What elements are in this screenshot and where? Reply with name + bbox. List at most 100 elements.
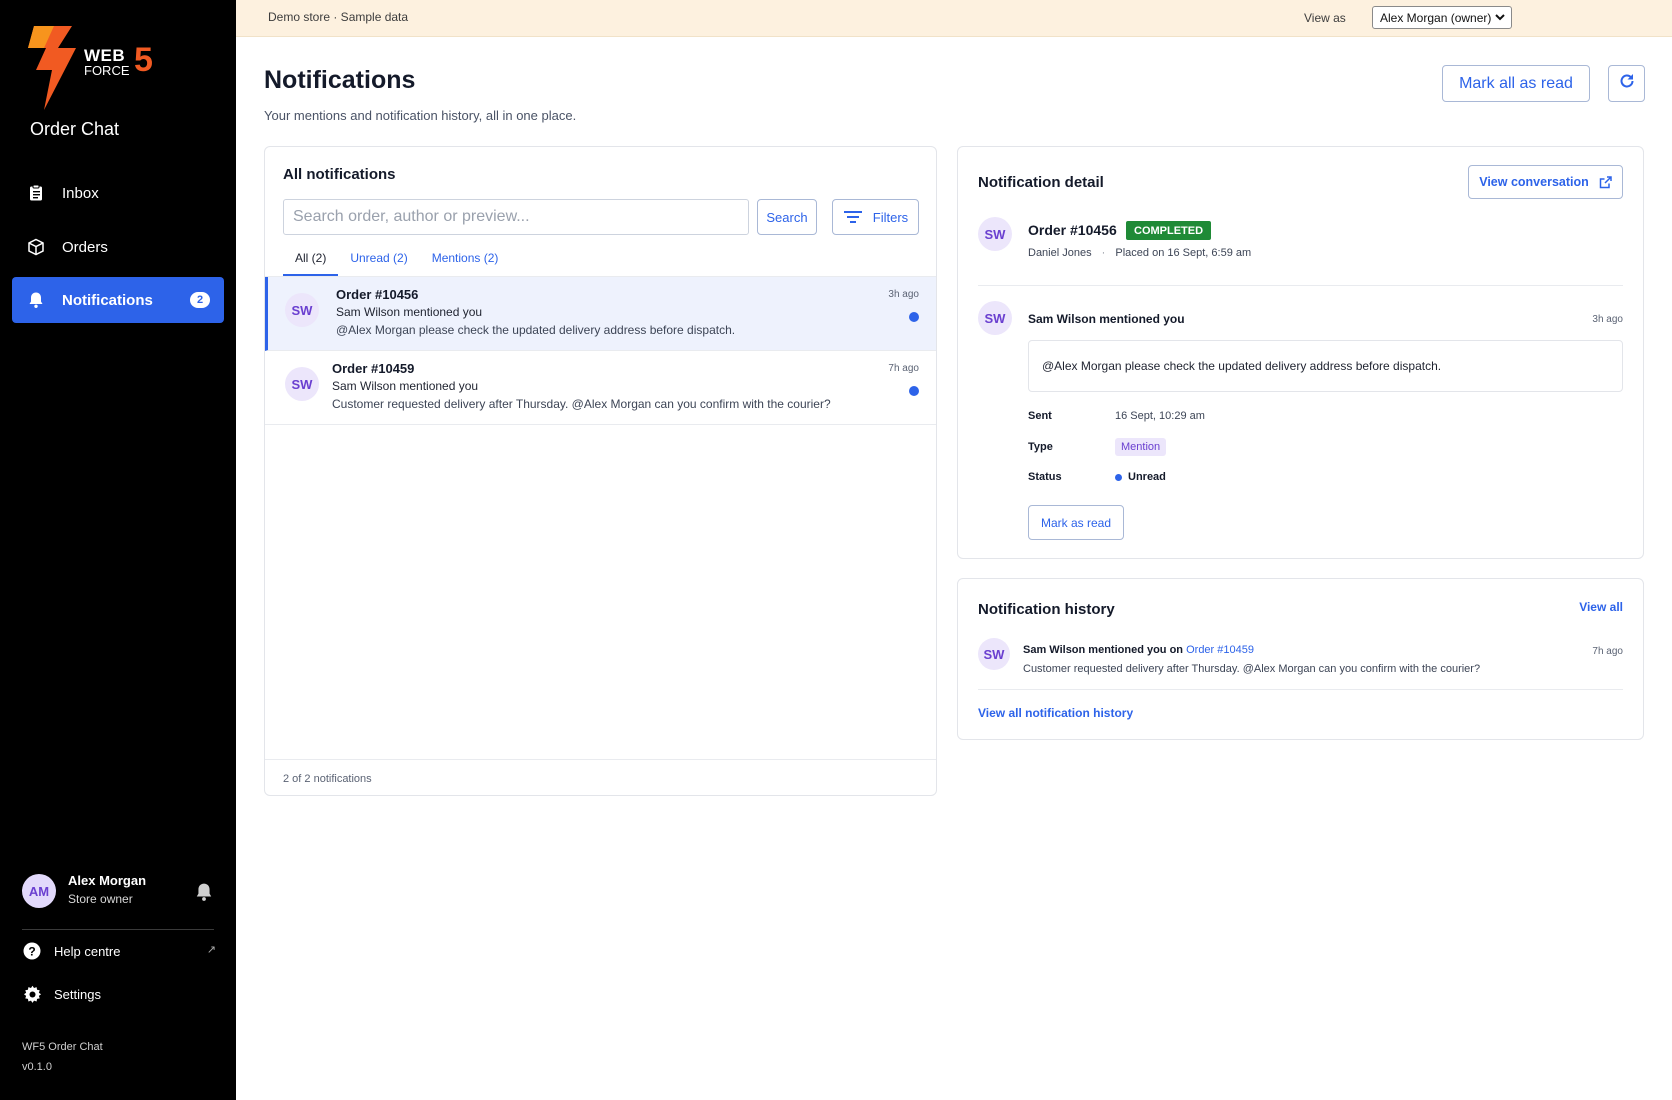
notifications-list-card: All notifications Search order, author o… [264,146,937,796]
list-footer-divider [265,759,936,760]
app-name: Order Chat [30,119,120,139]
notification-row[interactable]: SW Order #10456 Sam Wilson mentioned you… [265,277,936,351]
user-name: Alex Morgan [68,873,147,888]
order-meta: Daniel Jones · Placed on 16 Sept, 6:59 a… [1028,247,1251,259]
unread-dot [909,312,919,322]
history-divider [978,689,1623,690]
tab-mentions[interactable]: Mentions (2) [420,243,511,277]
order-number: Order #10456 [1028,222,1117,238]
sidebar-item-label: Notifications [62,291,153,309]
notification-author: Sam Wilson mentioned you [336,305,483,319]
sidebar-item-inbox[interactable]: Inbox [12,170,224,216]
sent-value: 16 Sept, 10:29 am [1115,410,1205,422]
logo-number-text: 5 [134,41,153,79]
avatar: AM [22,874,56,908]
demo-banner-text: Demo store · Sample data [268,10,409,24]
notification-preview: Customer requested delivery after Thursd… [332,397,831,411]
mark-all-read-button[interactable]: Mark all as read [1442,65,1590,102]
mark-as-read-button[interactable]: Mark as read [1028,505,1124,540]
external-link-icon: ↗ [206,944,216,956]
meta-separator: · [1101,247,1106,259]
unread-dot [1115,473,1122,481]
avatar: SW [978,217,1012,251]
user-profile[interactable]: AM Alex Morgan Store owner [22,870,214,914]
status-value: Unread [1115,471,1166,483]
history-item-time: 7h ago [1592,646,1623,657]
page-subtitle: Your mentions and notification history, … [264,108,577,123]
type-badge: Mention [1115,438,1167,456]
notification-count-badge: 2 [190,292,210,308]
avatar: SW [978,638,1010,670]
notification-order: Order #10456 [336,287,419,302]
app-version-name: WF5 Order Chat [22,1041,103,1053]
view-all-link[interactable]: View all [1579,600,1623,614]
notification-order: Order #10459 [332,361,415,376]
filter-icon [843,210,863,224]
search-input[interactable]: Search order, author or preview... [283,199,749,235]
placed-date: Placed on 16 Sept, 6:59 am [1115,247,1252,259]
mention-time: 3h ago [1592,314,1623,325]
bell-icon [26,290,46,310]
avatar: SW [285,293,319,327]
detail-divider [978,285,1623,286]
sidebar-divider [22,929,214,930]
sidebar-item-label: Inbox [62,184,99,202]
tab-unread[interactable]: Unread (2) [338,243,419,277]
type-label: Type [1028,441,1053,453]
chevron-down-icon [1494,11,1506,23]
unread-dot [909,386,919,396]
history-card-title: Notification history [978,601,1115,618]
help-icon: ? [22,941,42,961]
filters-button[interactable]: Filters [832,199,919,235]
gear-icon [22,984,42,1004]
notification-row[interactable]: SW Order #10459 Sam Wilson mentioned you… [265,351,936,425]
search-button[interactable]: Search [757,199,817,235]
brand-logo[interactable]: WEB FORCE 5 [28,26,178,110]
bell-icon[interactable] [194,882,214,902]
settings-label: Settings [54,986,101,1002]
filters-label: Filters [872,209,909,225]
mention-author: Sam Wilson mentioned you [1028,312,1185,326]
sidebar-item-notifications[interactable]: Notifications 2 [12,277,224,323]
detail-card-title: Notification detail [978,174,1104,191]
customer-name: Daniel Jones [1028,247,1092,259]
sidebar-item-orders[interactable]: Orders [12,224,224,270]
avatar: SW [978,301,1012,335]
view-conversation-button[interactable]: View conversation [1468,165,1623,199]
notification-tabs: All (2) Unread (2) Mentions (2) [283,243,510,277]
clipboard-icon [26,183,46,203]
refresh-button[interactable] [1608,65,1645,102]
refresh-icon [1618,72,1636,95]
page-title: Notifications [264,66,416,94]
tab-all[interactable]: All (2) [283,243,339,277]
logo-force-text: FORCE [84,63,130,78]
user-role: Store owner [68,892,133,906]
box-icon [26,237,46,257]
help-centre-link[interactable]: ? Help centre ↗ [22,940,216,962]
demo-banner: Demo store · Sample data View as Alex Mo… [236,0,1672,37]
notification-history-card: Notification history View all SW Sam Wil… [957,578,1644,740]
notification-detail-card: Notification detail View conversation SW… [957,146,1644,559]
svg-text:?: ? [28,945,35,959]
app-version-number: v0.1.0 [22,1061,52,1073]
history-order-link[interactable]: Order #10459 [1186,644,1254,656]
settings-link[interactable]: Settings [22,983,216,1005]
avatar: SW [285,367,319,401]
sent-label: Sent [1028,410,1052,422]
status-text: Unread [1128,471,1166,483]
history-item-title: Sam Wilson mentioned you on Order #10459 [1023,644,1254,656]
status-label: Status [1028,471,1062,483]
notification-preview: @Alex Morgan please check the updated de… [336,323,736,337]
order-status-badge: COMPLETED [1126,221,1212,240]
view-conversation-label: View conversation [1479,175,1589,189]
view-as-select[interactable]: Alex Morgan (owner) [1372,6,1512,29]
view-as-value: Alex Morgan (owner) [1380,10,1492,25]
help-centre-label: Help centre [54,943,121,959]
search-placeholder: Search order, author or preview... [293,208,530,225]
notification-time: 7h ago [888,363,919,374]
notification-time: 3h ago [888,289,919,300]
view-all-history-link[interactable]: View all notification history [978,706,1133,720]
list-card-title: All notifications [283,166,396,183]
history-item-preview: Customer requested delivery after Thursd… [1023,663,1481,675]
external-link-icon [1599,175,1612,189]
